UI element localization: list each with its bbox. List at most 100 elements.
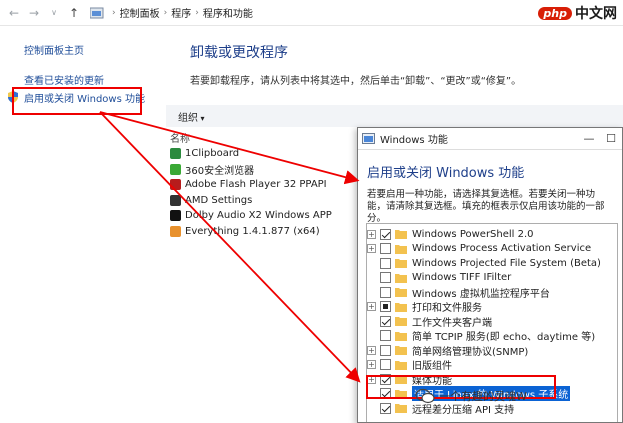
forward-arrow-icon[interactable]: → xyxy=(26,5,42,21)
program-name: Everything 1.4.1.877 (x64) xyxy=(185,225,320,237)
folder-icon xyxy=(395,230,407,240)
folder-icon xyxy=(395,317,407,327)
control-panel-home-link[interactable]: 控制面板主页 xyxy=(24,42,174,57)
logo-badge: php xyxy=(538,6,572,20)
feature-label: 简单网络管理协议(SNMP) xyxy=(412,346,529,358)
folder-icon xyxy=(395,259,407,269)
breadcrumb-item[interactable]: 程序和功能 xyxy=(203,5,253,20)
feature-checkbox[interactable] xyxy=(380,257,391,269)
page-title: 卸载或更改程序 xyxy=(190,45,288,61)
folder-icon xyxy=(395,288,407,298)
program-list: 1Clipboard 360安全浏览器 Adobe Flash Player 3… xyxy=(170,146,370,239)
feature-label: Windows Process Activation Service xyxy=(412,243,592,255)
feature-checkbox[interactable] xyxy=(380,344,391,356)
list-item[interactable]: 360安全浏览器 xyxy=(170,162,370,178)
breadcrumb-separator-icon: › xyxy=(112,7,116,18)
expand-icon[interactable]: + xyxy=(367,360,376,370)
list-item[interactable]: Adobe Flash Player 32 PPAPI xyxy=(170,177,370,193)
program-icon xyxy=(170,194,181,206)
feature-checkbox[interactable] xyxy=(380,330,391,342)
feature-item[interactable]: + 打印和文件服务 xyxy=(367,300,617,315)
list-item[interactable]: 1Clipboard xyxy=(170,146,370,162)
feature-item[interactable]: + Windows Process Activation Service xyxy=(367,242,617,257)
feature-item[interactable]: + Windows PowerShell 2.0 xyxy=(367,227,617,242)
feature-label: 简单 TCPIP 服务(即 echo、daytime 等) xyxy=(412,332,596,344)
expand-icon[interactable]: + xyxy=(367,229,376,239)
dialog-titlebar[interactable]: Windows 功能 — ☐ xyxy=(358,128,622,150)
folder-icon xyxy=(395,346,407,356)
list-item[interactable]: Dolby Audio X2 Windows APP xyxy=(170,208,370,224)
feature-label: 工作文件夹客户端 xyxy=(412,317,492,329)
list-item[interactable]: AMD Settings xyxy=(170,193,370,209)
feature-checkbox[interactable] xyxy=(380,301,391,313)
breadcrumb-item[interactable]: 控制面板 xyxy=(120,5,160,20)
feature-checkbox[interactable] xyxy=(380,228,391,240)
feature-checkbox[interactable] xyxy=(380,315,391,327)
expand-icon[interactable]: + xyxy=(367,302,376,312)
expand-icon[interactable]: + xyxy=(367,244,376,254)
windows-features-icon xyxy=(362,133,375,144)
feature-label: 打印和文件服务 xyxy=(412,303,482,315)
toolbar: 组织 xyxy=(166,105,623,127)
control-panel-icon xyxy=(90,7,104,18)
folder-icon xyxy=(395,273,407,283)
wechat-icon xyxy=(415,388,435,404)
program-icon xyxy=(170,148,181,160)
program-icon xyxy=(170,163,181,175)
expand-icon[interactable]: + xyxy=(367,345,376,355)
dialog-title: Windows 功能 xyxy=(380,135,448,146)
dialog-heading: 启用或关闭 Windows 功能 xyxy=(367,166,525,181)
folder-icon xyxy=(395,302,407,312)
watermark: 一个有趣的灵魂W xyxy=(415,388,527,404)
site-logo: php 中文网 xyxy=(538,3,617,23)
list-item[interactable]: Everything 1.4.1.877 (x64) xyxy=(170,224,370,240)
feature-item[interactable]: + 简单网络管理协议(SNMP) xyxy=(367,343,617,358)
program-name: 1Clipboard xyxy=(185,148,240,160)
back-arrow-icon[interactable]: ← xyxy=(6,5,22,21)
feature-label: Windows 虚拟机监控程序平台 xyxy=(412,288,550,300)
folder-icon xyxy=(395,404,407,414)
feature-item[interactable]: + 旧版组件 xyxy=(367,358,617,372)
feature-item[interactable]: Windows TIFF IFilter xyxy=(367,271,617,286)
folder-icon xyxy=(395,360,407,370)
program-name: 360安全浏览器 xyxy=(185,165,255,177)
program-icon xyxy=(170,225,181,237)
feature-label: Windows TIFF IFilter xyxy=(412,272,512,284)
view-installed-updates-link[interactable]: 查看已安装的更新 xyxy=(24,72,174,87)
minimize-button[interactable]: — xyxy=(578,132,600,145)
page-description: 若要卸载程序，请从列表中将其选中，然后单击“卸载”、“更改”或“修复”。 xyxy=(190,76,522,87)
up-arrow-icon[interactable]: ↑ xyxy=(66,5,82,21)
program-icon xyxy=(170,210,181,222)
feature-item[interactable]: Windows 虚拟机监控程序平台 xyxy=(367,285,617,300)
dialog-description: 若要启用一种功能，请选择其复选框。若要关闭一种功能，请清除其复选框。填充的框表示… xyxy=(367,189,605,224)
chevron-down-icon[interactable]: ∨ xyxy=(46,5,62,21)
breadcrumb-item[interactable]: 程序 xyxy=(171,5,191,20)
program-name: AMD Settings xyxy=(185,194,253,206)
breadcrumb: › 控制面板 › 程序 › 程序和功能 xyxy=(108,5,253,21)
maximize-button[interactable]: ☐ xyxy=(600,132,622,145)
folder-icon xyxy=(395,244,407,254)
feature-label: Windows Projected File System (Beta) xyxy=(412,257,601,269)
feature-checkbox[interactable] xyxy=(380,272,391,284)
highlight-box xyxy=(12,87,142,115)
feature-item[interactable]: 工作文件夹客户端 xyxy=(367,314,617,329)
feature-item[interactable]: 简单 TCPIP 服务(即 echo、daytime 等) xyxy=(367,329,617,344)
program-icon xyxy=(170,179,181,191)
column-header-name[interactable]: 名称 xyxy=(170,130,190,145)
organize-button[interactable]: 组织 xyxy=(178,109,205,124)
address-bar: ← → ∨ ↑ › 控制面板 › 程序 › 程序和功能 php 中文网 xyxy=(0,0,623,26)
feature-label: Windows PowerShell 2.0 xyxy=(412,228,534,240)
feature-checkbox[interactable] xyxy=(380,359,391,371)
feature-item[interactable]: Windows Projected File System (Beta) xyxy=(367,256,617,271)
feature-checkbox[interactable] xyxy=(380,402,391,414)
breadcrumb-separator-icon: › xyxy=(163,7,168,18)
feature-checkbox[interactable] xyxy=(380,286,391,298)
program-name: Adobe Flash Player 32 PPAPI xyxy=(185,179,327,191)
feature-checkbox[interactable] xyxy=(380,243,391,255)
folder-icon xyxy=(395,331,407,341)
